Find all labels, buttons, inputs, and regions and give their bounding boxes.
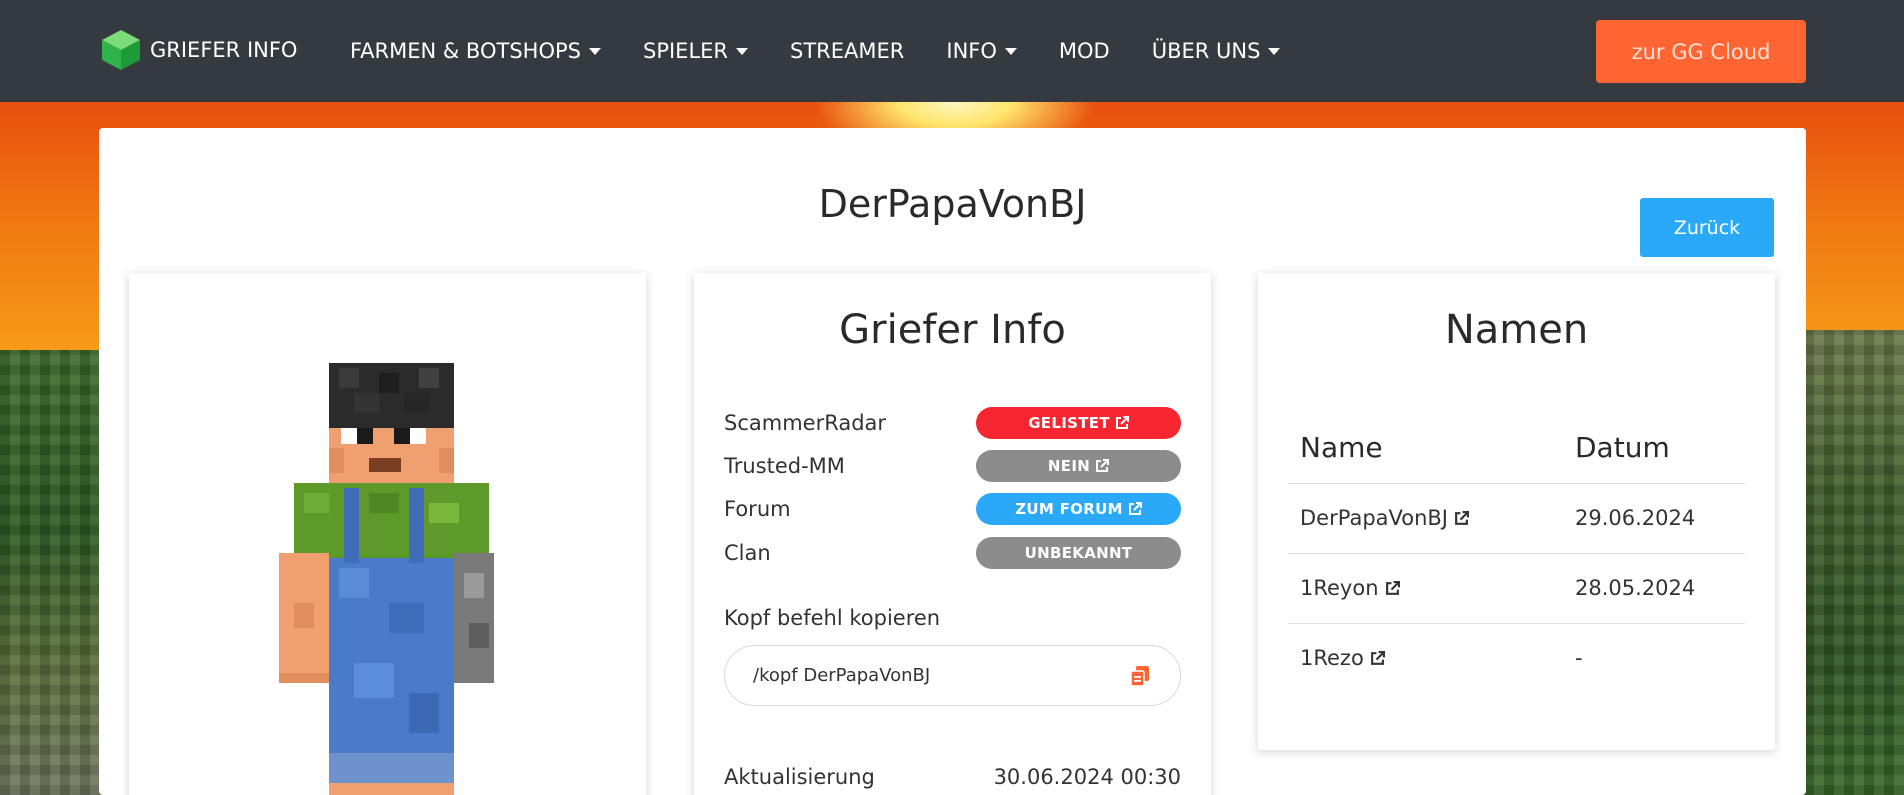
nav-menu: FARMEN & BOTSHOPS SPIELER STREAMER INFO …	[350, 0, 1322, 102]
copy-command-field[interactable]: /kopf DerPapaVonBJ	[724, 645, 1181, 706]
badge-label: UNBEKANNT	[1024, 544, 1133, 562]
name-link[interactable]: DerPapaVonBJ	[1300, 506, 1470, 530]
badge-label: ZUM FORUM	[1015, 500, 1123, 518]
table-row: 1Rezo -	[1288, 623, 1745, 693]
caret-down-icon	[1004, 47, 1017, 55]
date-cell: -	[1575, 646, 1583, 671]
trusted-mm-badge[interactable]: NEIN	[976, 450, 1181, 482]
player-skin-image	[279, 363, 494, 795]
forum-badge[interactable]: ZUM FORUM	[976, 493, 1181, 525]
name-text: 1Rezo	[1300, 646, 1364, 671]
caret-down-icon	[588, 47, 601, 55]
info-label: Clan	[724, 541, 771, 565]
scammerradar-badge[interactable]: GELISTET	[976, 407, 1181, 439]
page-title: DerPapaVonBJ	[818, 182, 1087, 226]
name-link[interactable]: 1Rezo	[1300, 646, 1385, 670]
nav-item-label: MOD	[1058, 39, 1110, 63]
skin-card	[129, 273, 646, 795]
names-card-title: Namen	[1444, 307, 1589, 353]
update-label: Aktualisierung	[724, 765, 875, 789]
badge-label: GELISTET	[1028, 414, 1110, 432]
info-row-trusted-mm: Trusted-MM NEIN	[724, 448, 1181, 484]
brand-link[interactable]: GRIEFER INFO	[100, 28, 297, 72]
date-cell: 29.06.2024	[1563, 483, 1745, 554]
nav-item-label: SPIELER	[642, 39, 728, 63]
table-row: 1Reyon 28.05.2024	[1288, 553, 1745, 624]
table-row: DerPapaVonBJ 29.06.2024	[1288, 483, 1745, 554]
copy-command-text: /kopf DerPapaVonBJ	[753, 665, 931, 686]
external-link-icon	[1096, 459, 1110, 472]
info-label: Forum	[724, 497, 791, 521]
info-row-clan: Clan UNBEKANNT	[724, 535, 1181, 571]
info-row-scammerradar: ScammerRadar GELISTET	[724, 405, 1181, 441]
nav-item-label: INFO	[946, 39, 997, 63]
caret-down-icon	[736, 47, 748, 55]
copy-icon[interactable]	[1130, 665, 1150, 687]
caret-down-icon	[1268, 47, 1281, 55]
external-link-icon	[1370, 650, 1385, 665]
brand-label: GRIEFER INFO	[150, 38, 298, 62]
nav-item-mod[interactable]: MOD	[1059, 39, 1110, 63]
names-card: Namen Name Datum DerPapaVonBJ 29.06.2024…	[1258, 273, 1775, 750]
cube-logo-icon	[102, 30, 140, 70]
badge-label: NEIN	[1047, 457, 1091, 475]
external-link-icon	[1115, 416, 1129, 429]
name-text: DerPapaVonBJ	[1300, 506, 1449, 530]
back-button[interactable]: Zurück	[1640, 198, 1774, 257]
column-header-name: Name	[1288, 413, 1563, 484]
gg-cloud-button[interactable]: zur GG Cloud	[1596, 20, 1806, 83]
nav-item-streamer[interactable]: STREAMER	[790, 39, 904, 63]
external-link-icon	[1128, 502, 1142, 515]
names-table: Name Datum DerPapaVonBJ 29.06.2024 1Reyo…	[1288, 413, 1745, 693]
nav-item-ueber-uns[interactable]: ÜBER UNS	[1152, 39, 1281, 63]
update-row: Aktualisierung 30.06.2024 00:30	[724, 765, 1181, 789]
update-value: 30.06.2024 00:30	[993, 765, 1181, 789]
info-row-forum: Forum ZUM FORUM	[724, 491, 1181, 527]
navbar: GRIEFER INFO FARMEN & BOTSHOPS SPIELER S…	[0, 0, 1904, 102]
nav-item-info[interactable]: INFO	[946, 39, 1017, 63]
griefer-info-card: Griefer Info ScammerRadar GELISTET Trust…	[694, 273, 1211, 795]
info-label: ScammerRadar	[724, 411, 887, 435]
column-header-date: Datum	[1563, 413, 1745, 484]
nav-item-label: FARMEN & BOTSHOPS	[350, 39, 581, 63]
table-header-row: Name Datum	[1288, 413, 1745, 484]
date-cell: 28.05.2024	[1563, 553, 1745, 624]
external-link-icon	[1455, 510, 1470, 525]
name-link[interactable]: 1Reyon	[1300, 576, 1400, 600]
nav-item-spieler[interactable]: SPIELER	[643, 39, 748, 63]
clan-badge: UNBEKANNT	[976, 537, 1181, 569]
main-panel: DerPapaVonBJ Zurück Griefer Info Scammer…	[99, 128, 1806, 795]
external-link-icon	[1385, 580, 1400, 595]
nav-item-label: STREAMER	[790, 39, 905, 63]
copy-head-command-label: Kopf befehl kopieren	[724, 606, 941, 630]
nav-item-label: ÜBER UNS	[1151, 39, 1261, 63]
info-label: Trusted-MM	[724, 454, 845, 478]
nav-item-farmen-botshops[interactable]: FARMEN & BOTSHOPS	[350, 39, 601, 63]
name-text: 1Reyon	[1300, 576, 1379, 600]
info-card-title: Griefer Info	[839, 307, 1066, 353]
